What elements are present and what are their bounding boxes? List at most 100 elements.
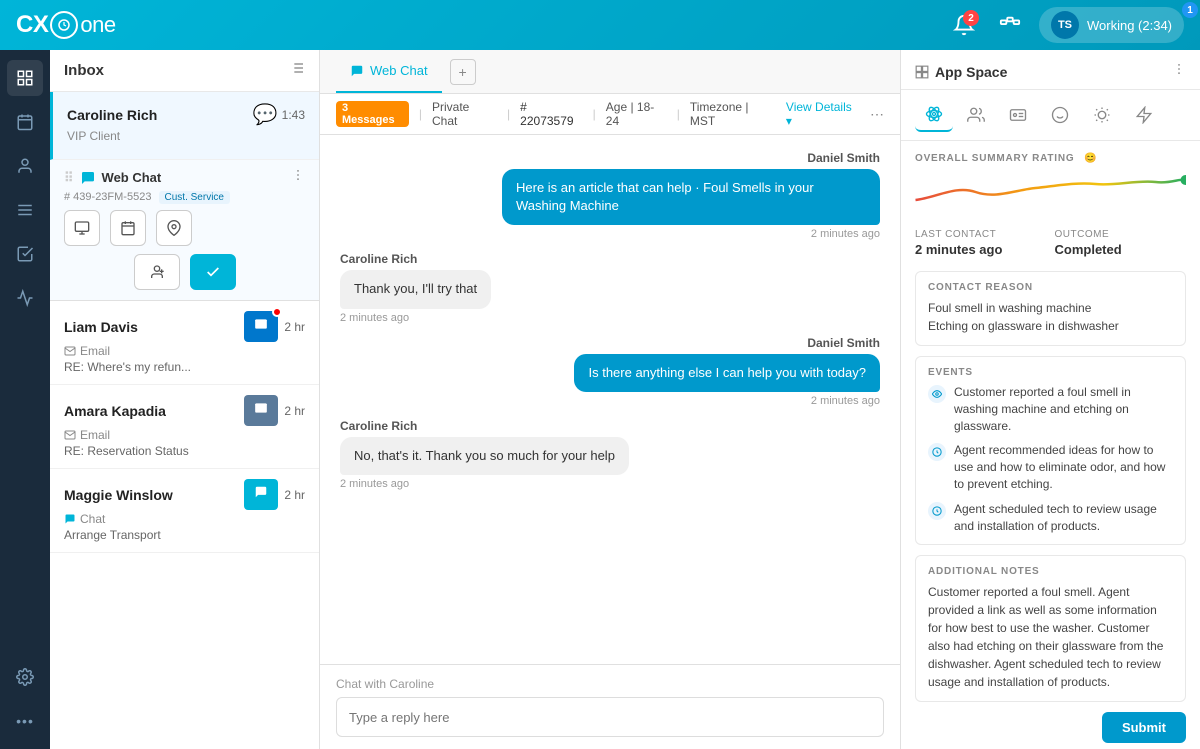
contact-item-amara[interactable]: Amara Kapadia 2 hr Email RE: Reservation… — [50, 385, 319, 469]
additional-notes-section: ADDITIONAL NOTES Customer reported a fou… — [915, 555, 1186, 702]
events-list: Customer reported a foul smell in washin… — [928, 384, 1173, 534]
outcome-item: OUTCOME Completed — [1055, 229, 1187, 257]
last-contact-item: LAST CONTACT 2 minutes ago — [915, 229, 1047, 257]
event-item-3: Agent scheduled tech to review usage and… — [928, 501, 1173, 535]
contact-item-caroline[interactable]: Caroline Rich 💬 1:43 VIP Client — [50, 92, 319, 160]
app-tab-id-card[interactable] — [999, 98, 1037, 132]
message-group-3: Daniel Smith Is there anything else I ca… — [340, 336, 880, 407]
private-chat-label: Private Chat — [432, 100, 497, 128]
sidebar-item-more[interactable]: ••• — [7, 703, 43, 739]
message-sender: Caroline Rich — [340, 419, 417, 433]
calendar-button[interactable] — [110, 210, 146, 246]
logo-one: one — [80, 12, 115, 38]
schedule-button[interactable] — [64, 210, 100, 246]
app-space-title: App Space — [915, 64, 1007, 80]
avatar: TS — [1051, 11, 1079, 39]
info-more-button[interactable]: ⋯ — [870, 106, 884, 123]
event-item-1: Customer reported a foul smell in washin… — [928, 384, 1173, 434]
event-icon-1 — [928, 385, 946, 403]
contact-vip: VIP Client — [67, 129, 305, 143]
contact-item-liam[interactable]: Liam Davis 2 hr Email RE: Where's my ref… — [50, 301, 319, 385]
additional-notes-text: Customer reported a foul smell. Agent pr… — [928, 583, 1173, 691]
message-bubble: No, that's it. Thank you so much for you… — [340, 437, 629, 475]
message-time: 2 minutes ago — [340, 478, 409, 490]
bottom-action-buttons — [64, 254, 305, 290]
contact-detail: RE: Reservation Status — [64, 444, 305, 458]
event-text-1: Customer reported a foul smell in washin… — [954, 384, 1173, 434]
message-time: 2 minutes ago — [811, 395, 880, 407]
app-tab-people[interactable] — [957, 98, 995, 132]
contact-sub: Email — [80, 344, 110, 358]
chat-main: Web Chat + 3 Messages | Private Chat | #… — [320, 50, 900, 749]
event-text-3: Agent scheduled tech to review usage and… — [954, 501, 1173, 535]
nav-right: 2 TS Working (2:34) 1 — [947, 7, 1184, 43]
app-logo: CX one — [16, 11, 116, 39]
message-bubble: Is there anything else I can help you wi… — [574, 354, 880, 392]
inbox-menu-button[interactable] — [289, 60, 305, 81]
message-sender: Caroline Rich — [340, 252, 417, 266]
app-tab-lightning[interactable] — [1125, 98, 1163, 132]
location-button[interactable] — [156, 210, 192, 246]
active-chat-title: ⠿ Web Chat — [64, 170, 161, 186]
agent-status-button[interactable]: TS Working (2:34) 1 — [1039, 7, 1184, 43]
message-group-1: Daniel Smith Here is an article that can… — [340, 151, 880, 240]
agent-status-text: Working (2:34) — [1087, 18, 1172, 33]
add-tab-button[interactable]: + — [450, 59, 476, 85]
message-bubble: Thank you, I'll try that — [340, 270, 491, 308]
message-sender: Daniel Smith — [807, 151, 880, 165]
view-details-button[interactable]: View Details ▾ — [786, 100, 860, 128]
icon-sidebar: ••• — [0, 50, 50, 749]
contact-reason-section: CONTACT REASON Foul smell in washing mac… — [915, 271, 1186, 346]
contact-detail: Arrange Transport — [64, 528, 305, 542]
notification-badge: 2 — [963, 10, 979, 26]
chat-more-button[interactable] — [291, 168, 305, 187]
message-bubble: Here is an article that can help · Foul … — [502, 169, 880, 225]
sidebar-item-analytics[interactable] — [7, 280, 43, 316]
logo-text: CX — [16, 11, 48, 39]
event-icon-3 — [928, 502, 946, 520]
sidebar-item-calendar[interactable] — [7, 104, 43, 140]
contact-name: Liam Davis — [64, 319, 138, 335]
assign-button[interactable] — [134, 254, 180, 290]
app-space: App Space — [900, 50, 1200, 749]
chat-reply-input[interactable] — [336, 697, 884, 737]
submit-button[interactable]: Submit — [1102, 712, 1186, 743]
event-item-2: Agent recommended ideas for how to use a… — [928, 442, 1173, 492]
message-sender: Daniel Smith — [807, 336, 880, 350]
message-time: 2 minutes ago — [811, 228, 880, 240]
inbox-title: Inbox — [64, 62, 104, 79]
app-space-more-button[interactable] — [1172, 62, 1186, 81]
contact-reason-text-1: Foul smell in washing machine — [928, 299, 1173, 317]
chat-tabs: Web Chat + — [320, 50, 900, 94]
message-time: 2 minutes ago — [340, 312, 409, 324]
notifications-button[interactable]: 2 — [947, 8, 981, 42]
message-group-2: Caroline Rich Thank you, I'll try that 2… — [340, 252, 880, 323]
sidebar-item-list[interactable] — [7, 236, 43, 272]
additional-notes-title: ADDITIONAL NOTES — [928, 566, 1173, 577]
inbox-panel: Inbox Caroline Rich 💬 1:43 VIP Client ⠿ — [50, 50, 320, 749]
sidebar-item-home[interactable] — [7, 60, 43, 96]
chat-input-area: Chat with Caroline — [320, 664, 900, 749]
accept-button[interactable] — [190, 254, 236, 290]
contact-detail: RE: Where's my refun... — [64, 360, 305, 374]
app-tab-emoji[interactable] — [1041, 98, 1079, 132]
tab-web-chat[interactable]: Web Chat — [336, 50, 442, 93]
message-group-4: Caroline Rich No, that's it. Thank you s… — [340, 419, 880, 490]
contact-item-maggie[interactable]: Maggie Winslow 2 hr Chat Arrange Transpo… — [50, 469, 319, 553]
chat-id: # 439-23FM-5523 Cust. Service — [64, 191, 305, 204]
chat-tag: Cust. Service — [159, 191, 230, 204]
sidebar-item-reports[interactable] — [7, 192, 43, 228]
app-tab-atom[interactable] — [915, 98, 953, 132]
app-tab-settings[interactable] — [1083, 98, 1121, 132]
events-title: EVENTS — [928, 367, 1173, 378]
contact-name: Amara Kapadia — [64, 403, 166, 419]
contact-sub: Email — [80, 428, 110, 442]
case-number: # 22073579 — [520, 100, 582, 128]
summary-rating-label: OVERALL SUMMARY RATING 😊 — [915, 153, 1186, 164]
agent-badge: 1 — [1182, 2, 1198, 18]
connections-button[interactable] — [993, 8, 1027, 42]
sidebar-item-contacts[interactable] — [7, 148, 43, 184]
event-text-2: Agent recommended ideas for how to use a… — [954, 442, 1173, 492]
chat-info-bar: 3 Messages | Private Chat | # 22073579 |… — [320, 94, 900, 135]
sidebar-item-settings[interactable] — [7, 659, 43, 695]
